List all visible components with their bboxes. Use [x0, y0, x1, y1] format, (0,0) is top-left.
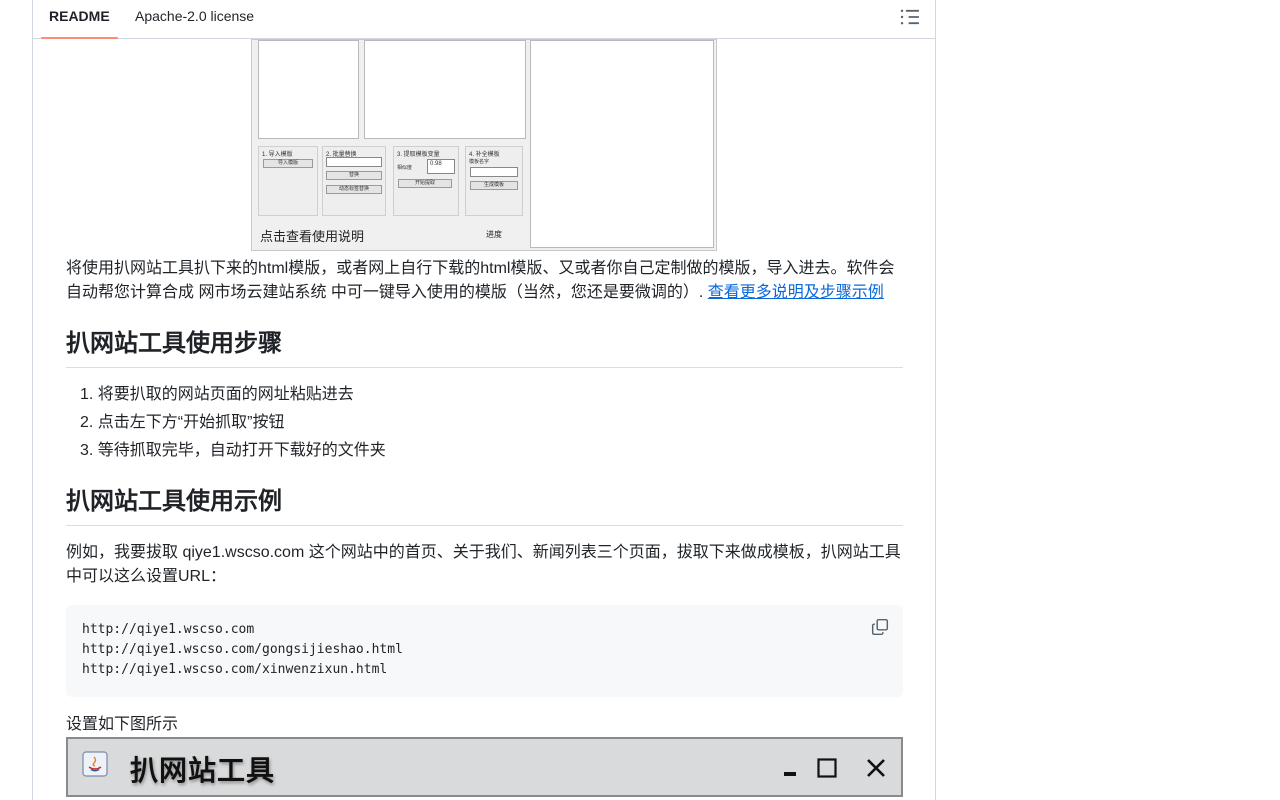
- minimize-icon: [784, 772, 796, 776]
- intro-text-line2: 自动帮您计算合成 网市场云建站系统 中可一键导入使用的模版（当然，您还是要微调的…: [66, 284, 708, 301]
- app-window-screenshot-image: 扒网站工具: [66, 737, 903, 797]
- intro-text-line1: 将使用扒网站工具扒下来的html模版，或者网上自行下载的html模版、又或者你自…: [66, 260, 895, 277]
- screenshot-group-complete: 4. 补全模板 模板名字 生成模板: [465, 146, 523, 216]
- screenshot-extract-button: 开始提取: [398, 179, 452, 188]
- code-line: http://qiye1.wscso.com: [82, 622, 255, 637]
- screenshot-group-extract: 3. 提取模板变量 相似度 0.98 开始提取: [393, 146, 459, 216]
- example-paragraph: 例如，我要拔取 qiye1.wscso.com 这个网站中的首页、关于我们、新闻…: [66, 541, 911, 589]
- more-instructions-link[interactable]: 查看更多说明及步骤示例: [708, 284, 884, 301]
- screenshot-import-button: 导入模版: [263, 159, 313, 168]
- screenshot-group-title: 3. 提取模板变量: [397, 152, 440, 158]
- screenshot-group-title: 4. 补全模板: [469, 152, 500, 158]
- list-item: 1. 将要扒取的网站页面的网址粘贴进去: [80, 386, 354, 403]
- code-line: http://qiye1.wscso.com/gongsijieshao.htm…: [82, 642, 403, 657]
- screenshot-replace-input: [326, 157, 382, 167]
- screenshot-replace-button: 替换: [326, 171, 382, 180]
- code-block: http://qiye1.wscso.com http://qiye1.wscs…: [66, 605, 903, 697]
- screenshot-middle-panel: [364, 40, 526, 139]
- example-heading: 扒网站工具使用示例: [66, 487, 903, 526]
- intro-paragraph: 将使用扒网站工具扒下来的html模版，或者网上自行下载的html模版、又或者你自…: [66, 257, 911, 305]
- screenshot-progress-label: 进度: [486, 230, 502, 239]
- maximize-icon: [817, 758, 837, 778]
- screenshot-group-title: 1. 导入模版: [262, 152, 293, 158]
- screenshot-group-import: 1. 导入模版 导入模版: [258, 146, 318, 216]
- readme-container: 1. 导入模版 导入模版 2. 批量替换 替换 动态标签替换 3. 提取模板变量…: [32, 0, 936, 800]
- screenshot-help-link: 点击查看使用说明: [260, 229, 365, 244]
- screenshot-similarity-input: 0.98: [427, 159, 455, 174]
- screenshot-generate-button: 生成模板: [470, 181, 518, 190]
- tab-readme[interactable]: README: [41, 1, 118, 39]
- window-title: 扒网站工具: [130, 755, 276, 786]
- outline-list-icon[interactable]: [899, 6, 921, 28]
- screenshot-template-name-input: [470, 167, 518, 177]
- readme-tab-bar: README Apache-2.0 license: [33, 1, 935, 39]
- java-app-icon: [82, 751, 108, 777]
- copy-icon[interactable]: [871, 618, 889, 636]
- screenshot-right-panel: [530, 40, 714, 248]
- code-line: http://qiye1.wscso.com/xinwenzixun.html: [82, 662, 388, 677]
- screenshot-template-name-label: 模板名字: [469, 159, 490, 165]
- app-screenshot-image: 1. 导入模版 导入模版 2. 批量替换 替换 动态标签替换 3. 提取模板变量…: [251, 39, 717, 251]
- example-text-line1: 例如，我要拔取 qiye1.wscso.com 这个网站中的首页、关于我们、新闻…: [66, 544, 901, 561]
- example-text-line2: 中可以这么设置URL：: [66, 568, 227, 585]
- close-icon: [867, 759, 885, 777]
- setup-caption: 设置如下图所示: [66, 716, 179, 733]
- screenshot-dynamic-replace-button: 动态标签替换: [326, 185, 382, 194]
- steps-heading: 扒网站工具使用步骤: [66, 329, 903, 368]
- screenshot-similarity-label: 相似度: [397, 165, 413, 171]
- list-item: 3. 等待抓取完毕，自动打开下载好的文件夹: [80, 442, 386, 459]
- screenshot-group-replace: 2. 批量替换 替换 动态标签替换: [322, 146, 386, 216]
- tab-license[interactable]: Apache-2.0 license: [135, 1, 254, 39]
- list-item: 2. 点击左下方“开始抓取”按钮: [80, 414, 285, 431]
- screenshot-left-panel: [258, 40, 359, 139]
